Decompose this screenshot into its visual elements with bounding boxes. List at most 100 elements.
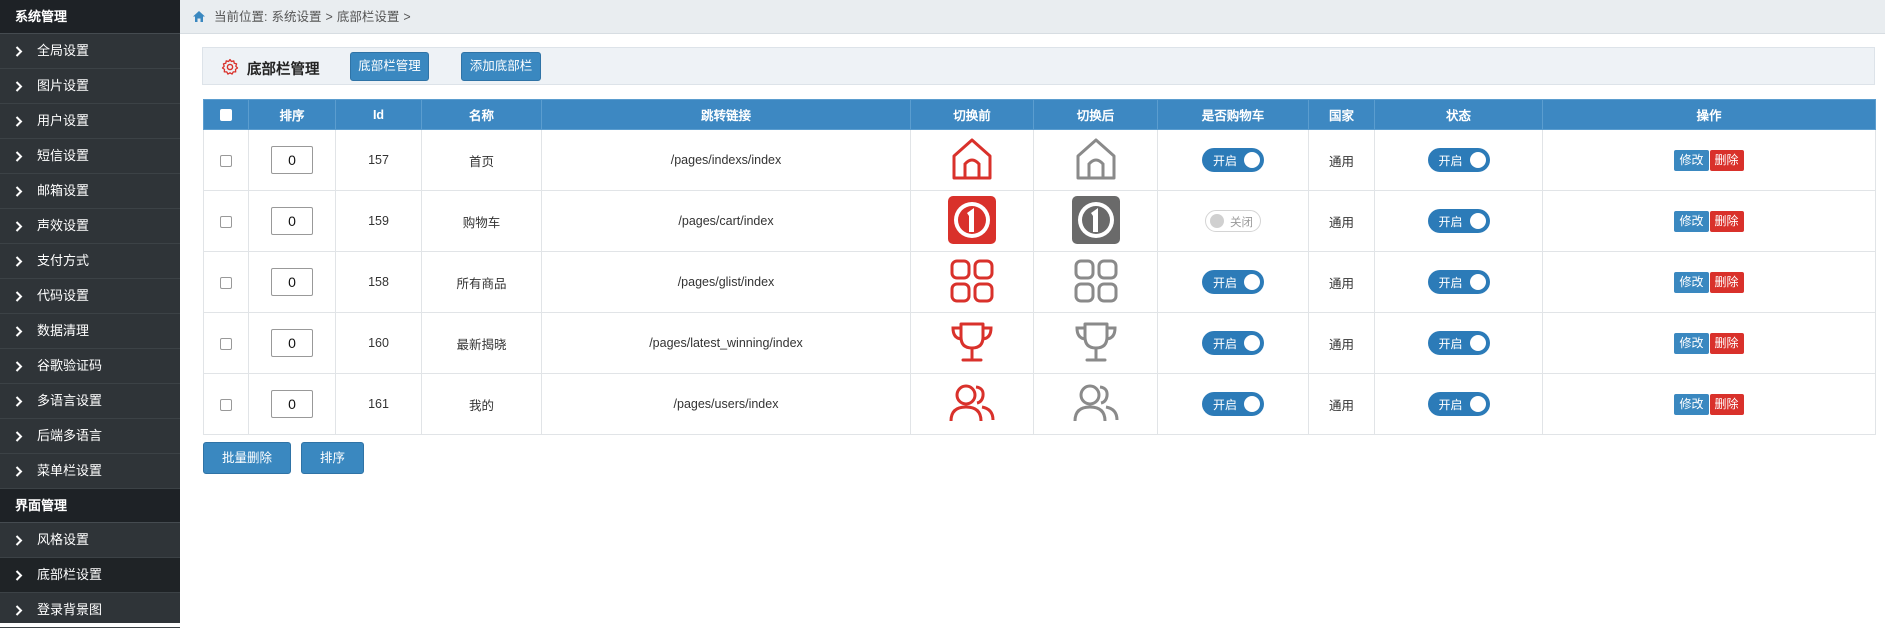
header-sort: 排序 — [248, 99, 336, 130]
main-content: 当前位置: 系统设置 > 底部栏设置 > 底部栏管理 底部栏管理 添加底部栏 排序 Id… — [180, 0, 1885, 623]
sidebar-item-google-captcha[interactable]: 谷歌验证码 — [0, 349, 180, 384]
chevron-right-icon — [15, 314, 37, 348]
edit-button[interactable]: 修改 — [1674, 393, 1709, 415]
breadcrumb: 当前位置: 系统设置 > 底部栏设置 > — [180, 0, 1885, 34]
panel-header: 底部栏管理 底部栏管理 添加底部栏 — [202, 47, 1875, 85]
sidebar-item-sound[interactable]: 声效设置 — [0, 209, 180, 244]
row-id: 157 — [335, 129, 422, 191]
row-link: /pages/users/index — [541, 373, 911, 435]
toggle-knob — [1244, 335, 1260, 351]
sidebar-item-label: 支付方式 — [37, 253, 90, 268]
header-icon-before: 切换前 — [910, 99, 1034, 130]
toggle-knob — [1244, 152, 1260, 168]
cart-toggle[interactable]: 开启 — [1202, 270, 1264, 294]
row-link: /pages/indexs/index — [541, 129, 911, 191]
sidebar: 系统管理 全局设置 图片设置 用户设置 短信设置 邮箱设置 声效设置 支付方式 … — [0, 0, 180, 628]
sidebar-item-data-clean[interactable]: 数据清理 — [0, 314, 180, 349]
table-row: 0 161 我的 /pages/users/index 开启 通用 开启 修改删… — [203, 373, 1876, 435]
sidebar-item-payment[interactable]: 支付方式 — [0, 244, 180, 279]
sidebar-item-code[interactable]: 代码设置 — [0, 279, 180, 314]
row-checkbox[interactable] — [220, 337, 232, 350]
row-id: 159 — [335, 190, 422, 252]
sort-input[interactable]: 0 — [271, 146, 313, 174]
toggle-label: 开启 — [1438, 276, 1463, 290]
cart-toggle[interactable]: 开启 — [1202, 331, 1264, 355]
sort-input[interactable]: 0 — [271, 268, 313, 296]
sidebar-item-menu[interactable]: 菜单栏设置 — [0, 454, 180, 489]
toggle-label: 开启 — [1213, 276, 1238, 290]
sidebar-item-label: 菜单栏设置 — [37, 463, 103, 478]
row-checkbox[interactable] — [220, 215, 232, 228]
users-icon — [948, 384, 996, 429]
status-toggle[interactable]: 开启 — [1427, 270, 1490, 294]
sidebar-item-user[interactable]: 用户设置 — [0, 104, 180, 139]
delete-button[interactable]: 删除 — [1709, 149, 1744, 171]
bottom-bar-manage-button[interactable]: 底部栏管理 — [350, 52, 429, 81]
row-id: 158 — [335, 251, 422, 313]
cart-toggle[interactable]: 开启 — [1202, 148, 1264, 172]
sidebar-item-multilang[interactable]: 多语言设置 — [0, 384, 180, 419]
toggle-knob — [1210, 214, 1224, 228]
cart-toggle[interactable]: 开启 — [1202, 392, 1264, 416]
row-checkbox[interactable] — [220, 154, 232, 167]
panel-title: 底部栏管理 — [247, 62, 320, 78]
status-toggle[interactable]: 开启 — [1427, 148, 1490, 172]
status-toggle[interactable]: 开启 — [1427, 209, 1490, 233]
row-country: 通用 — [1308, 251, 1375, 313]
sidebar-item-sms[interactable]: 短信设置 — [0, 139, 180, 174]
chevron-right-icon — [15, 69, 37, 103]
edit-button[interactable]: 修改 — [1674, 332, 1709, 354]
sidebar-item-email[interactable]: 邮箱设置 — [0, 174, 180, 209]
breadcrumb-item[interactable]: 系统设置 — [271, 10, 321, 24]
bottom-bar-table: 排序 Id 名称 跳转链接 切换前 切换后 是否购物车 国家 状态 操作 0 1… — [203, 99, 1876, 435]
edit-button[interactable]: 修改 — [1674, 271, 1709, 293]
add-bottom-bar-button[interactable]: 添加底部栏 — [461, 52, 541, 81]
delete-button[interactable]: 删除 — [1709, 271, 1744, 293]
cart-toggle[interactable]: 关闭 — [1205, 210, 1261, 232]
sidebar-item-label: 风格设置 — [37, 532, 90, 547]
toggle-label: 开启 — [1438, 337, 1463, 351]
table-row: 0 160 最新揭晓 /pages/latest_winning/index 开… — [203, 312, 1876, 374]
number-one-icon — [947, 195, 997, 248]
delete-button[interactable]: 删除 — [1709, 332, 1744, 354]
sidebar-item-bottom-bar[interactable]: 底部栏设置 — [0, 558, 180, 593]
sidebar-item-global[interactable]: 全局设置 — [0, 34, 180, 69]
row-checkbox[interactable] — [220, 276, 232, 289]
gear-icon — [221, 58, 239, 79]
delete-button[interactable]: 删除 — [1709, 393, 1744, 415]
row-country: 通用 — [1308, 312, 1375, 374]
chevron-right-icon — [15, 139, 37, 173]
breadcrumb-separator: > — [325, 10, 333, 24]
toggle-knob — [1469, 335, 1486, 351]
delete-button[interactable]: 删除 — [1709, 210, 1744, 232]
toggle-knob — [1244, 396, 1260, 412]
edit-button[interactable]: 修改 — [1674, 210, 1709, 232]
chevron-right-icon — [15, 104, 37, 138]
header-actions: 操作 — [1542, 99, 1876, 130]
toggle-label: 开启 — [1438, 154, 1463, 168]
header-select-all[interactable] — [203, 99, 249, 130]
sort-input[interactable]: 0 — [271, 390, 313, 418]
breadcrumb-item[interactable]: 底部栏设置 — [337, 10, 400, 24]
row-country: 通用 — [1308, 129, 1375, 191]
status-toggle[interactable]: 开启 — [1427, 331, 1490, 355]
header-id: Id — [335, 99, 422, 130]
sidebar-section-system: 系统管理 — [0, 0, 180, 34]
home-icon — [1073, 138, 1119, 185]
sidebar-item-label: 多语言设置 — [37, 393, 103, 408]
sidebar-item-style[interactable]: 风格设置 — [0, 523, 180, 558]
header-status: 状态 — [1374, 99, 1543, 130]
row-id: 160 — [335, 312, 422, 374]
batch-delete-button[interactable]: 批量删除 — [203, 442, 291, 474]
status-toggle[interactable]: 开启 — [1427, 392, 1490, 416]
toggle-label: 关闭 — [1230, 217, 1253, 229]
select-all-checkbox[interactable] — [220, 109, 232, 122]
sort-button[interactable]: 排序 — [301, 442, 364, 474]
edit-button[interactable]: 修改 — [1674, 149, 1709, 171]
sort-input[interactable]: 0 — [271, 207, 313, 235]
sidebar-item-backend-lang[interactable]: 后端多语言 — [0, 419, 180, 454]
toggle-knob — [1469, 152, 1486, 168]
row-checkbox[interactable] — [220, 398, 232, 411]
sidebar-item-image[interactable]: 图片设置 — [0, 69, 180, 104]
sort-input[interactable]: 0 — [271, 329, 313, 357]
